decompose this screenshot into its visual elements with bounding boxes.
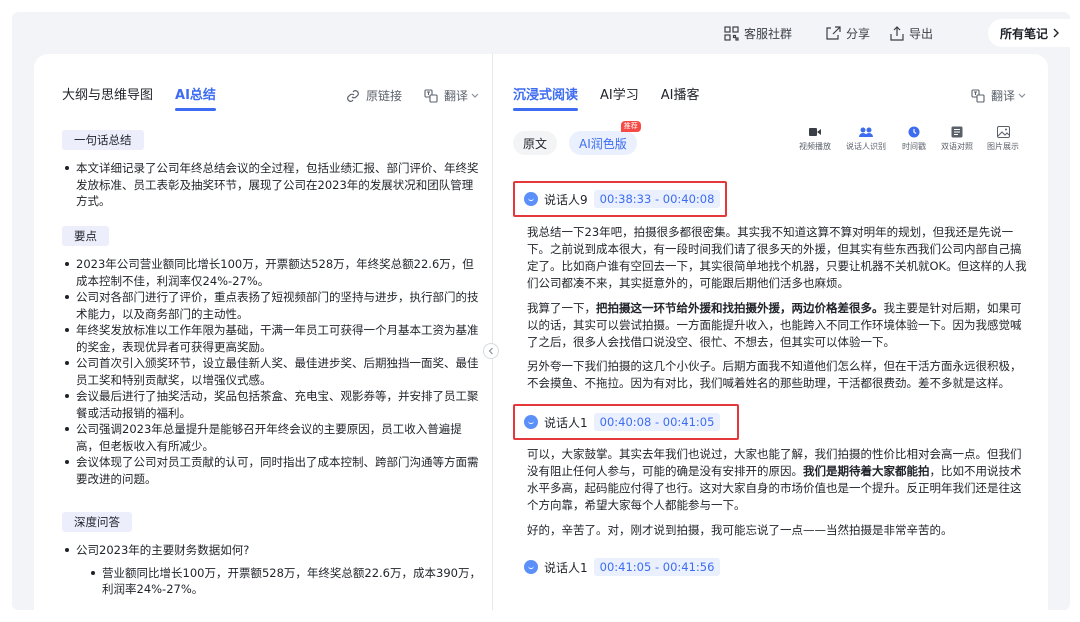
all-notes-label: 所有笔记	[999, 26, 1048, 41]
paragraph-text: 我算了一下，	[527, 301, 596, 315]
summary-tabs: 大纲与思维导图 AI总结	[62, 84, 238, 111]
ai-polished-label: AI润色版	[579, 136, 627, 151]
one-sentence-list: 本文详细记录了公司年终总结会议的全过程，包括业绩汇报、部门评价、年终奖发放标准、…	[64, 160, 484, 210]
speaker-name: 说话人1	[544, 415, 588, 430]
deep-qa-list: 公司2023年的主要财务数据如何? 营业额同比增长100万，开票额528万，年终…	[64, 542, 484, 598]
original-link-label: 原链接	[366, 89, 403, 103]
section-key-points: 要点	[62, 226, 109, 246]
main-panels: 大纲与思维导图 AI总结 原链接 翻译 一句话总结 本文详细记录了公司年终总结会…	[34, 54, 1048, 610]
list-item: 公司强调2023年总量提升是能够召开年终会议的主要原因，员工收入普遍提高，但老板…	[64, 421, 484, 454]
speaker-name: 说话人1	[544, 560, 588, 575]
speaker-tag: 说话人9 00:38:33 - 00:40:08	[524, 190, 721, 208]
tool-image-display[interactable]: 图片展示	[980, 126, 1026, 152]
tab-ai-podcast[interactable]: AI播客	[661, 84, 700, 103]
tool-label: 视频播放	[799, 142, 831, 151]
link-icon	[347, 89, 359, 102]
list-item: 2023年公司营业额同比增长100万，开票额达528万，年终奖总额22.6万，但…	[64, 256, 484, 289]
section-deep-qa: 深度问答	[62, 512, 132, 532]
speaker-tag[interactable]: 说话人1 00:41:05 - 00:41:56	[524, 558, 721, 576]
reading-tabs: 沉浸式阅读 AI学习 AI播客	[513, 84, 721, 111]
paragraph-emphasis: 把拍摄这一环节给外援和找拍摄外援，两边价格差很多。	[596, 301, 884, 315]
transcript-paragraph: 我算了一下，把拍摄这一环节给外援和找拍摄外援，两边价格差很多。我主要是针对后期，…	[527, 300, 1027, 351]
translate-dropdown-left[interactable]: 翻译	[424, 87, 485, 104]
transcript-paragraph: 可以，大家鼓掌。其实去年我们也说过，大家也能了解，我们拍摄的性价比相对会高一点。…	[527, 446, 1027, 514]
qa-answer-list: 营业额同比增长100万，开票额528万，年终奖总额22.6万，成本390万，利润…	[90, 565, 484, 598]
view-tools: 视频播放 说话人识别 时间戳 双语对照 图片展示	[792, 126, 1026, 152]
tool-label: 说话人识别	[846, 142, 886, 151]
qa-question-text: 公司2023年的主要财务数据如何?	[76, 543, 250, 557]
version-toggle: 原文 AI润色版 推荐	[513, 121, 649, 155]
speaker-name: 说话人9	[544, 192, 588, 207]
tool-label: 双语对照	[941, 142, 973, 151]
qrcode-icon	[724, 25, 739, 41]
qa-answer: 营业额同比增长100万，开票额528万，年终奖总额22.6万，成本390万，利润…	[90, 565, 484, 598]
translate-icon	[424, 88, 438, 103]
all-notes-button[interactable]: 所有笔记	[987, 19, 1070, 47]
ai-polished-version-button[interactable]: AI润色版 推荐	[569, 121, 641, 155]
summary-panel: 大纲与思维导图 AI总结 原链接 翻译 一句话总结 本文详细记录了公司年终总结会…	[34, 54, 492, 610]
original-link-button[interactable]: 原链接	[346, 87, 402, 104]
tool-video-play[interactable]: 视频播放	[792, 126, 838, 152]
list-item: 公司对各部门进行了评价，重点表扬了短视频部门的坚持与进步，执行部门的技术能力，以…	[64, 289, 484, 322]
export-icon	[890, 25, 904, 41]
speaker-tag: 说话人1 00:40:08 - 00:41:05	[524, 413, 721, 431]
speaker-avatar-icon	[524, 415, 538, 429]
timestamp-range[interactable]: 00:38:33 - 00:40:08	[593, 190, 721, 208]
share-label: 分享	[846, 26, 871, 41]
speaker-header-highlighted[interactable]: 说话人1 00:40:08 - 00:41:05	[513, 404, 739, 440]
timestamp-range[interactable]: 00:41:05 - 00:41:56	[593, 558, 721, 576]
export-button[interactable]: 导出	[890, 24, 933, 42]
export-label: 导出	[909, 26, 934, 41]
chevron-down-icon	[1018, 93, 1026, 98]
share-button[interactable]: 分享	[826, 24, 870, 42]
section-one-sentence: 一句话总结	[62, 130, 144, 150]
chevron-right-icon	[1053, 28, 1059, 38]
transcript-paragraph: 另外夸一下我们拍摄的这几个小伙子。后期方面我不知道他们怎么样，但在干活方面永远很…	[527, 359, 1022, 390]
translate-icon	[971, 88, 985, 103]
tab-ai-summary[interactable]: AI总结	[175, 84, 216, 111]
top-toolbar: 客服社群 分享 导出 所有笔记	[12, 12, 1070, 54]
speaker-avatar-icon	[524, 192, 538, 206]
list-item: 本文详细记录了公司年终总结会议的全过程，包括业绩汇报、部门评价、年终奖发放标准、…	[64, 160, 484, 210]
qa-question: 公司2023年的主要财务数据如何? 营业额同比增长100万，开票额528万，年终…	[64, 542, 484, 598]
timestamp-range[interactable]: 00:40:08 - 00:41:05	[593, 413, 721, 431]
original-version-button[interactable]: 原文	[513, 131, 558, 155]
video-icon	[809, 128, 821, 136]
translate-label: 翻译	[991, 89, 1016, 103]
tool-label: 时间戳	[902, 142, 926, 151]
speaker-header-highlighted[interactable]: 说话人9 00:38:33 - 00:40:08	[513, 181, 727, 217]
transcript-paragraph: 好的，辛苦了。对，刚才说到拍摄，我可能忘说了一点——当然拍摄是非常辛苦的。	[527, 523, 953, 537]
service-community-label: 客服社群	[744, 26, 793, 41]
clock-icon	[908, 126, 920, 138]
tool-label: 图片展示	[987, 142, 1019, 151]
key-points-list: 2023年公司营业额同比增长100万，开票额达528万，年终奖总额22.6万，但…	[64, 256, 484, 487]
tool-speaker-recognition[interactable]: 说话人识别	[838, 126, 894, 152]
bilingual-icon	[951, 126, 963, 138]
translate-dropdown-right[interactable]: 翻译	[971, 87, 1032, 104]
transcript-paragraph: 我总结一下23年吧，拍摄很多都很密集。其实我不知道这算不算对明年的规划，但我还是…	[527, 225, 1027, 290]
app-window: 客服社群 分享 导出 所有笔记 大纲与思维导图 AI总结 原链接 翻译 一句话总…	[12, 12, 1070, 610]
service-community-button[interactable]: 客服社群	[724, 24, 792, 42]
list-item: 会议体现了公司对员工贡献的认可，同时指出了成本控制、跨部门沟通等方面需要改进的问…	[64, 454, 484, 487]
speakers-icon	[859, 127, 873, 137]
list-item: 会议最后进行了抽奖活动，奖品包括茶盒、充电宝、观影券等，并安排了员工聚餐或活动报…	[64, 388, 484, 421]
tab-outline-mindmap[interactable]: 大纲与思维导图	[62, 84, 153, 103]
chevron-down-icon	[471, 93, 479, 98]
tool-timestamp[interactable]: 时间戳	[894, 126, 934, 152]
tab-immersive-reading[interactable]: 沉浸式阅读	[513, 84, 579, 111]
image-icon	[996, 126, 1010, 138]
paragraph-emphasis: 我们是期待着大家都能拍	[803, 464, 930, 478]
reading-panel: 沉浸式阅读 AI学习 AI播客 翻译 原文 AI润色版 推荐 视频播放 说话人识…	[493, 54, 1048, 610]
recommend-badge: 推荐	[620, 121, 641, 132]
tab-ai-learning[interactable]: AI学习	[600, 84, 639, 103]
list-item: 年终奖发放标准以工作年限为基础，干满一年员工可获得一个月基本工资为基准的奖金，表…	[64, 322, 484, 355]
list-item: 公司首次引入颁奖环节，设立最佳新人奖、最佳进步奖、后期独挡一面奖、最佳员工奖和特…	[64, 355, 484, 388]
tool-bilingual[interactable]: 双语对照	[934, 126, 980, 152]
share-icon	[826, 26, 841, 40]
translate-label: 翻译	[444, 89, 469, 103]
speaker-avatar-icon	[524, 560, 538, 574]
